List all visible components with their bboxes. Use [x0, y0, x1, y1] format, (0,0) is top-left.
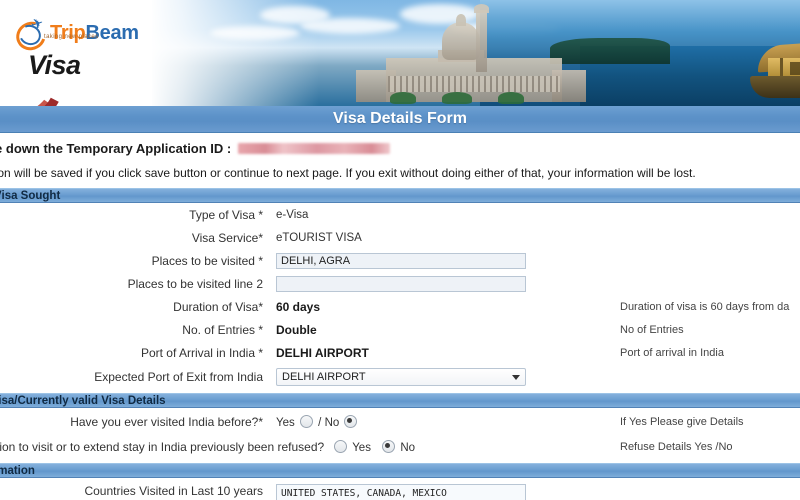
label-visa-service: Visa Service*: [191, 230, 263, 245]
section-header-visa-sought: ils of Visa Sought: [0, 188, 800, 203]
form-row-type-of-visa: Type of Visa * e-Visa: [0, 203, 800, 226]
hedge: [390, 92, 416, 104]
label-permission-refused: ermission to visit or to extend stay in …: [0, 440, 325, 454]
form-row-permission-refused: ermission to visit or to extend stay in …: [0, 435, 800, 459]
hedge: [442, 92, 472, 104]
brand-name-part2: Beam: [85, 22, 139, 44]
label-duration-of-visa: Duration of Visa*: [173, 299, 263, 314]
hedge: [498, 92, 524, 104]
hint-duration-of-visa: Duration of visa is 60 days from da: [620, 300, 790, 313]
port-of-exit-select[interactable]: DELHI AIRPORT: [276, 367, 526, 386]
form-row-places-to-be-visited-line2: Places to be visited line 2: [0, 272, 800, 295]
label-type-of-visa: Type of Visa *: [189, 207, 263, 222]
treeline: [550, 38, 670, 64]
visited-india-before-radio-group: Yes / No: [276, 414, 359, 429]
hint-visited-india-before: If Yes Please give Details: [620, 415, 744, 428]
form-row-no-of-entries: No. of Entries * Double No of Entries: [0, 318, 800, 341]
radio-label-no: No: [324, 416, 340, 429]
radio-label-no: No: [400, 442, 416, 454]
places-to-be-visited-line2-input[interactable]: [276, 275, 526, 292]
label-places-to-be-visited-line2: Places to be visited line 2: [127, 276, 263, 291]
form-row-duration-of-visa: Duration of Visa* 60 days Duration of vi…: [0, 295, 800, 318]
section-title-previous-visa: ious Visa/Currently valid Visa Details: [0, 395, 166, 407]
places-to-be-visited-input[interactable]: [276, 252, 526, 269]
label-places-to-be-visited: Places to be visited *: [151, 253, 263, 268]
label-port-of-exit: Expected Port of Exit from India: [94, 369, 263, 384]
evisa-logo: Visa: [0, 30, 150, 106]
section-header-other-information: r Information: [0, 463, 800, 478]
radio-visited-india-no[interactable]: [344, 414, 358, 428]
label-visited-india-before: Have you ever visited India before?*: [70, 414, 263, 429]
radio-separator: /: [318, 416, 322, 429]
value-no-of-entries: Double: [276, 322, 317, 337]
brand-name-part1: Trip: [50, 22, 86, 44]
radio-permission-refused-yes[interactable]: [334, 440, 348, 453]
save-warning-text: ormation will be saved if you click save…: [0, 166, 696, 180]
value-visa-service: eTOURIST VISA: [276, 231, 362, 244]
chevron-down-icon: [512, 374, 520, 380]
radio-visited-india-yes[interactable]: [299, 414, 313, 428]
building-tower: [476, 10, 487, 72]
visa-details-form-page: ✈ TripBeam taking new places Visa Visa D…: [0, 0, 800, 500]
section-header-previous-visa: ious Visa/Currently valid Visa Details: [0, 393, 800, 408]
hint-no-of-entries: No of Entries: [620, 323, 684, 336]
page-title: Visa Details Form: [0, 106, 800, 133]
form-row-countries-visited: Countries Visited in Last 10 years: [0, 478, 800, 500]
form-row-places-to-be-visited: Places to be visited *: [0, 249, 800, 272]
section-title-other-information: r Information: [0, 465, 35, 477]
building-dome: [442, 22, 480, 60]
temporary-application-id-value-redacted: [238, 143, 391, 154]
notice-block: e note down the Temporary Application ID…: [0, 133, 800, 184]
visa-sought-fields: Type of Visa * e-Visa Visa Service* eTOU…: [0, 203, 800, 389]
hint-port-of-arrival: Port of arrival in India: [620, 346, 724, 359]
building-colonnade: [388, 76, 560, 92]
form-row-port-of-exit: Expected Port of Exit from India DELHI A…: [0, 364, 800, 389]
hint-permission-refused: Refuse Details Yes /No: [620, 441, 733, 453]
form-row-port-of-arrival: Port of Arrival in India * DELHI AIRPORT…: [0, 341, 800, 364]
port-of-exit-selected-value: DELHI AIRPORT: [282, 370, 366, 383]
site-banner: ✈ TripBeam taking new places Visa: [0, 0, 800, 106]
radio-permission-refused-no[interactable]: [382, 440, 396, 453]
section-title-visa-sought: ils of Visa Sought: [0, 190, 61, 202]
value-type-of-visa: e-Visa: [276, 208, 309, 221]
brand-tagline: taking new places: [44, 34, 99, 40]
form-row-visited-india-before: Have you ever visited India before?* Yes…: [0, 408, 800, 435]
banner-photo: [150, 0, 800, 106]
value-port-of-arrival: DELHI AIRPORT: [276, 345, 369, 360]
houseboat-window: [790, 62, 800, 75]
radio-label-yes: Yes: [276, 416, 295, 429]
label-port-of-arrival: Port of Arrival in India *: [140, 345, 263, 360]
countries-visited-textarea[interactable]: [276, 484, 526, 500]
temporary-application-id-line: e note down the Temporary Application ID…: [0, 141, 800, 156]
logo-area: ✈ TripBeam taking new places Visa: [0, 0, 152, 106]
label-countries-visited: Countries Visited in Last 10 years: [84, 484, 263, 498]
temporary-application-id-label: e note down the Temporary Application ID…: [0, 141, 232, 156]
value-duration-of-visa: 60 days: [276, 299, 321, 314]
previous-visa-fields: Have you ever visited India before?* Yes…: [0, 408, 800, 459]
building-dome-finial: [456, 14, 466, 26]
permission-refused-radio-group: Yes No: [332, 440, 415, 454]
radio-label-yes: Yes: [352, 442, 371, 454]
form-row-visa-service: Visa Service* eTOURIST VISA: [0, 226, 800, 249]
building-tower-cap: [474, 4, 489, 13]
evisa-wordmark: Visa: [28, 50, 81, 80]
tripbeam-wordmark: TripBeam: [50, 23, 139, 43]
label-no-of-entries: No. of Entries *: [182, 322, 263, 337]
